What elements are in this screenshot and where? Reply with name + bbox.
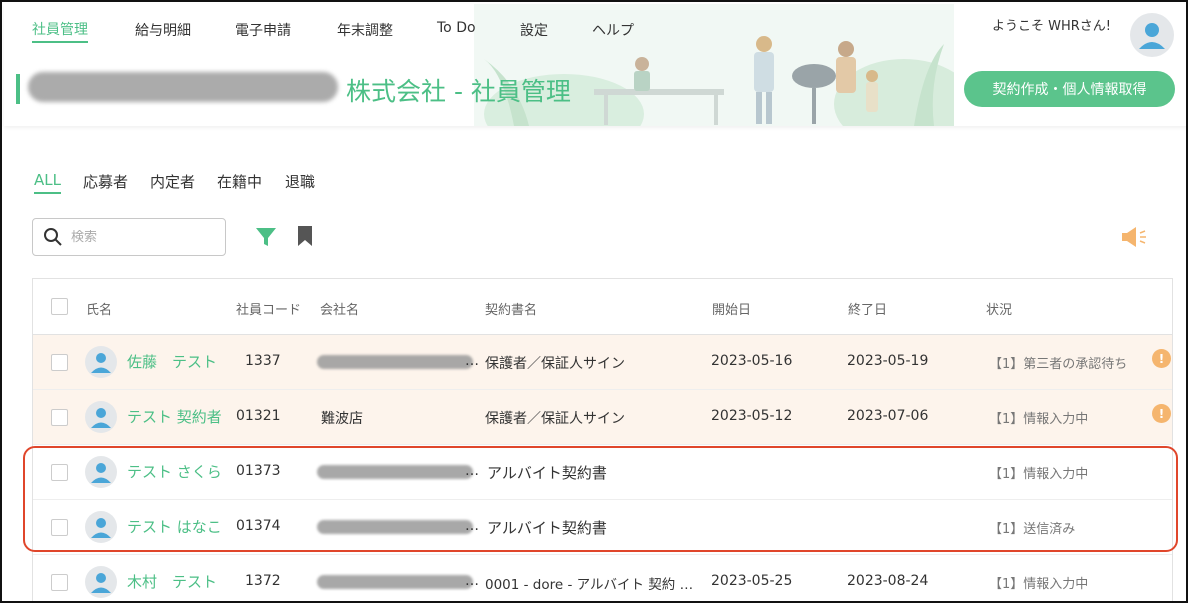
table-row[interactable]: テスト さくら 01373 … アルバイト契約書 【1】情報入力中 bbox=[33, 445, 1172, 500]
employee-name[interactable]: テスト 契約者 bbox=[127, 406, 222, 427]
nav-help[interactable]: ヘルプ bbox=[592, 20, 634, 40]
status-text: 【1】情報入力中 bbox=[989, 577, 1089, 592]
user-avatar-icon bbox=[1139, 23, 1165, 49]
employee-name[interactable]: 佐藤 テスト bbox=[127, 351, 217, 372]
header-name[interactable]: 氏名 bbox=[86, 299, 112, 318]
row-checkbox[interactable] bbox=[51, 464, 68, 481]
end-date: 2023-05-19 bbox=[847, 353, 929, 369]
person-icon bbox=[91, 353, 111, 373]
employee-table: 氏名 社員コード 会社名 契約書名 開始日 終了日 状況 佐藤 テスト 1337… bbox=[32, 278, 1173, 601]
employee-name[interactable]: テスト はなこ bbox=[127, 516, 222, 537]
start-date: 2023-05-12 bbox=[711, 408, 793, 424]
person-icon bbox=[91, 463, 111, 483]
person-icon bbox=[91, 518, 111, 538]
nav-e-application[interactable]: 電子申請 bbox=[235, 20, 291, 40]
search-icon bbox=[44, 228, 62, 246]
company-redacted bbox=[317, 575, 473, 589]
avatar bbox=[85, 346, 117, 378]
company-ellipsis: … bbox=[465, 463, 479, 479]
app-frame: 社員管理 給与明細 電子申請 年末調整 To Do 設定 ヘルプ ようこそ WH… bbox=[0, 0, 1188, 603]
header-end-date[interactable]: 終了日 bbox=[848, 299, 887, 318]
company-ellipsis: … bbox=[465, 518, 479, 534]
row-checkbox[interactable] bbox=[51, 409, 68, 426]
status-text: 【1】情報入力中 bbox=[989, 412, 1089, 427]
company-redacted bbox=[317, 520, 473, 534]
tab-applicants[interactable]: 応募者 bbox=[83, 171, 128, 192]
table-row[interactable]: 木村 テスト 1372 … 0001 - dore - アルバイト 契約 … 2… bbox=[33, 555, 1172, 601]
employee-code: 1337 bbox=[245, 353, 281, 369]
employee-code: 01374 bbox=[236, 518, 281, 534]
row-checkbox[interactable] bbox=[51, 574, 68, 591]
avatar bbox=[85, 566, 117, 598]
end-date: 2023-07-06 bbox=[847, 408, 929, 424]
create-contract-button[interactable]: 契約作成・個人情報取得 bbox=[964, 71, 1175, 107]
warning-icon[interactable]: ! bbox=[1152, 349, 1171, 368]
tab-retired[interactable]: 退職 bbox=[285, 171, 315, 192]
start-date: 2023-05-25 bbox=[711, 573, 793, 589]
filter-icon[interactable] bbox=[255, 226, 277, 248]
avatar bbox=[85, 401, 117, 433]
search-input[interactable] bbox=[71, 229, 211, 245]
user-avatar[interactable] bbox=[1130, 13, 1174, 57]
table-header: 氏名 社員コード 会社名 契約書名 開始日 終了日 状況 bbox=[33, 279, 1172, 335]
company-redacted bbox=[317, 465, 473, 479]
select-all-checkbox[interactable] bbox=[51, 298, 68, 315]
header-contract[interactable]: 契約書名 bbox=[485, 299, 537, 318]
contract-name: アルバイト契約書 bbox=[487, 464, 607, 482]
welcome-text: ようこそ WHRさん! bbox=[992, 19, 1112, 34]
company-name-redacted bbox=[28, 72, 338, 102]
megaphone-icon[interactable] bbox=[1120, 225, 1148, 249]
table-row[interactable]: 佐藤 テスト 1337 … 保護者／保証人サイン 2023-05-16 2023… bbox=[33, 335, 1172, 390]
person-icon bbox=[91, 408, 111, 428]
row-checkbox[interactable] bbox=[51, 354, 68, 371]
employee-code: 01321 bbox=[236, 408, 281, 424]
header-status[interactable]: 状況 bbox=[986, 299, 1012, 318]
employee-code: 1372 bbox=[245, 573, 281, 589]
nav-payslip[interactable]: 給与明細 bbox=[135, 20, 191, 40]
header: 社員管理 給与明細 電子申請 年末調整 To Do 設定 ヘルプ ようこそ WH… bbox=[4, 4, 1186, 126]
header-employee-code[interactable]: 社員コード bbox=[236, 299, 301, 318]
nav-settings[interactable]: 設定 bbox=[520, 20, 548, 40]
header-company[interactable]: 会社名 bbox=[320, 299, 359, 318]
employee-name[interactable]: 木村 テスト bbox=[127, 571, 217, 592]
company-ellipsis: … bbox=[465, 573, 479, 589]
contract-name: 保護者／保証人サイン bbox=[485, 411, 625, 427]
bookmark-icon[interactable] bbox=[296, 225, 314, 247]
start-date: 2023-05-16 bbox=[711, 353, 793, 369]
employee-code: 01373 bbox=[236, 463, 281, 479]
tab-employed[interactable]: 在籍中 bbox=[217, 171, 262, 192]
person-icon bbox=[91, 573, 111, 593]
status-text: 【1】第三者の承認待ち bbox=[989, 357, 1128, 372]
row-checkbox[interactable] bbox=[51, 519, 68, 536]
contract-name: 0001 - dore - アルバイト 契約 … bbox=[485, 577, 694, 593]
contract-name: アルバイト契約書 bbox=[487, 519, 607, 537]
employee-name[interactable]: テスト さくら bbox=[127, 461, 222, 482]
page-title: 株式会社 - 社員管理 bbox=[346, 77, 571, 106]
table-row[interactable]: テスト 契約者 01321 難波店 保護者／保証人サイン 2023-05-12 … bbox=[33, 390, 1172, 445]
contract-name: 保護者／保証人サイン bbox=[485, 356, 625, 372]
company-ellipsis: … bbox=[465, 353, 479, 369]
status-text: 【1】送信済み bbox=[989, 522, 1076, 537]
status-text: 【1】情報入力中 bbox=[989, 467, 1089, 482]
search-box[interactable] bbox=[32, 218, 226, 256]
nav-year-end-adjustment[interactable]: 年末調整 bbox=[337, 20, 393, 40]
warning-icon[interactable]: ! bbox=[1152, 404, 1171, 423]
nav-employee-management[interactable]: 社員管理 bbox=[32, 19, 88, 43]
company-redacted bbox=[317, 355, 473, 369]
table-row[interactable]: テスト はなこ 01374 … アルバイト契約書 【1】送信済み bbox=[33, 500, 1172, 555]
avatar bbox=[85, 511, 117, 543]
header-start-date[interactable]: 開始日 bbox=[712, 299, 751, 318]
tab-offered[interactable]: 内定者 bbox=[150, 171, 195, 192]
tab-all[interactable]: ALL bbox=[34, 171, 61, 194]
company-name: 難波店 bbox=[321, 411, 363, 427]
title-accent-bar bbox=[16, 74, 20, 104]
end-date: 2023-08-24 bbox=[847, 573, 929, 589]
nav-todo[interactable]: To Do bbox=[437, 20, 476, 36]
avatar bbox=[85, 456, 117, 488]
